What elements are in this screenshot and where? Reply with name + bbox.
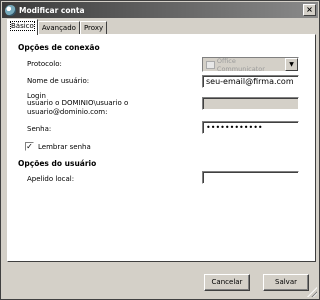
tab-bar: Básico Avançado Proxy [7, 19, 108, 35]
window-title: Modificar conta [19, 5, 85, 15]
connection-section-title: Opções de conexão [18, 43, 100, 52]
title-bar[interactable]: Modificar conta × [2, 2, 318, 18]
alias-field[interactable] [202, 171, 299, 184]
alias-label: Apelido local: [27, 175, 75, 183]
tab-basico[interactable]: Básico [7, 19, 38, 35]
protocol-select[interactable]: Office Communicator ▼ [202, 56, 299, 73]
tab-basico-label: Básico [10, 21, 35, 31]
modify-account-dialog: Modificar conta × Básico Avançado Proxy … [0, 0, 320, 300]
dropdown-arrow-icon[interactable]: ▼ [285, 58, 298, 71]
username-label: Nome de usuário: [27, 77, 90, 85]
username-field[interactable]: seu-email@firma.com [202, 75, 299, 88]
login-hint: usuario o DOMINIO\usuario o usuario@domi… [27, 99, 129, 116]
office-communicator-icon [206, 60, 215, 69]
tab-avancado-label: Avançado [41, 24, 76, 32]
protocol-label: Protocolo: [27, 60, 62, 68]
login-field[interactable] [202, 97, 299, 110]
app-icon [5, 4, 16, 16]
close-icon[interactable]: × [303, 4, 316, 16]
remember-password-checkbox[interactable]: ✓ [25, 142, 34, 151]
tab-proxy[interactable]: Proxy [79, 21, 108, 35]
password-field[interactable]: •••••••••••• [202, 121, 299, 134]
password-label: Senha: [27, 125, 52, 133]
user-options-section-title: Opções do usuário [18, 159, 97, 168]
protocol-value: Office Communicator [203, 56, 285, 73]
tab-panel-basico: Opções de conexão Protocolo: Office Comm… [7, 34, 316, 262]
cancel-button[interactable]: Cancelar [204, 274, 250, 291]
protocol-value-text: Office Communicator [216, 56, 265, 73]
tab-avancado[interactable]: Avançado [37, 21, 80, 35]
remember-password-label: Lembrar senha [38, 143, 91, 151]
tab-proxy-label: Proxy [83, 24, 104, 32]
save-button[interactable]: Salvar [263, 274, 309, 291]
